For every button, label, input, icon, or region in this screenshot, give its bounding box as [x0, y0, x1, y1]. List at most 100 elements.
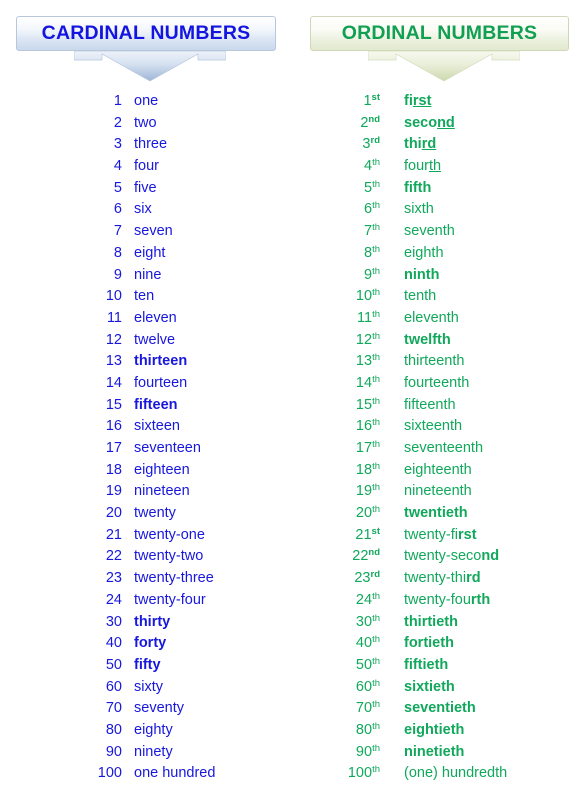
ordinal-row: 20th twentieth — [340, 503, 507, 525]
ordinal-word-stem: twenty-seco — [404, 548, 482, 565]
cardinal-numeral: 80 — [105, 721, 122, 738]
ordinal-numeral: 70th — [340, 698, 380, 720]
cardinal-numeral: 8 — [113, 244, 122, 261]
ordinal-word-stem: nineteenth — [404, 483, 472, 500]
ordinal-word-stem: sixteenth — [404, 418, 463, 435]
ordinal-numeral: 14th — [340, 373, 380, 395]
ordinal-word: (one) hundredth — [404, 763, 507, 785]
ordinal-row: 70th seventieth — [340, 698, 507, 720]
ordinal-word-stem: sixth — [404, 201, 434, 218]
cardinal-numeral: 30 — [105, 613, 122, 630]
ordinal-numeral-digits: 90 — [355, 743, 373, 760]
ordinal-numeral-suffix: th — [372, 482, 380, 494]
cardinal-row: 3 three — [88, 134, 215, 156]
ordinal-word: fortieth — [404, 633, 454, 655]
cardinal-row: 30 thirty — [88, 612, 215, 634]
ordinal-row: 5th fifth — [340, 178, 507, 200]
ordinal-row: 60th sixtieth — [340, 677, 507, 699]
ordinal-numeral: 80th — [340, 720, 380, 742]
ordinal-numeral-digits: 11 — [357, 309, 373, 326]
ordinal-row: 24th twenty-fourth — [340, 590, 507, 612]
ordinal-word-stem: tenth — [404, 288, 437, 305]
ordinal-numeral-digits: 5 — [363, 179, 373, 196]
ordinal-row: 22nd twenty-second — [340, 546, 507, 568]
cardinal-row: 15 fifteen — [88, 395, 215, 417]
cardinal-numeral: 21 — [105, 526, 122, 543]
ordinal-numeral: 15th — [340, 395, 380, 417]
ordinal-word-stem: fifth — [404, 179, 432, 196]
cardinal-word: eighty — [134, 721, 173, 738]
ordinal-numeral-suffix: st — [371, 525, 380, 537]
ordinal-numeral-suffix: nd — [368, 113, 380, 125]
ordinal-numeral: 12th — [340, 330, 380, 352]
ordinal-word: seventh — [404, 221, 455, 243]
cardinal-numeral: 10 — [105, 288, 122, 305]
ordinal-numeral-suffix: th — [372, 655, 380, 667]
cardinal-header-label: CARDINAL NUMBERS — [41, 22, 251, 44]
ordinal-numeral-suffix: th — [372, 612, 380, 624]
cardinal-word: fifteen — [134, 396, 178, 413]
ordinal-word: sixteenth — [404, 416, 462, 438]
ordinal-word: third — [404, 134, 436, 156]
cardinal-word: eight — [134, 244, 166, 261]
cardinal-row: 11 eleven — [88, 308, 215, 330]
ordinal-word-stem: eleventh — [404, 309, 459, 326]
cardinal-numeral: 14 — [105, 374, 122, 391]
cardinal-row: 50 fifty — [88, 655, 215, 677]
ordinal-numeral-suffix: th — [372, 395, 380, 407]
ordinal-word: twenty-first — [404, 525, 477, 547]
ordinal-numeral-suffix: rd — [370, 569, 381, 581]
ordinal-numeral-suffix: rd — [370, 135, 381, 147]
ordinal-numeral: 30th — [340, 612, 380, 634]
ordinal-word-stem: fifteenth — [404, 396, 456, 413]
ordinal-word-stem: seventeenth — [404, 440, 484, 456]
cardinal-numeral: 7 — [113, 223, 122, 240]
ordinal-numeral-digits: 30 — [355, 613, 373, 630]
ordinal-word-stem: seventieth — [404, 700, 476, 717]
ordinal-row: 9th ninth — [340, 265, 507, 287]
cardinal-row: 80 eighty — [88, 720, 215, 742]
ordinal-word-stem: fortieth — [404, 635, 454, 652]
cardinal-numeral: 18 — [105, 461, 122, 478]
ordinal-row: 50th fiftieth — [340, 655, 507, 677]
cardinal-word: sixteen — [134, 418, 180, 435]
cardinal-numeral: 60 — [105, 678, 122, 695]
ordinal-word-ending: nd — [437, 114, 455, 131]
cardinal-row: 4 four — [88, 156, 215, 178]
cardinal-row: 6 six — [88, 199, 215, 221]
ordinal-word-ending: rst — [458, 526, 477, 543]
cardinal-row: 17 seventeen — [88, 438, 215, 460]
cardinal-row: 12 twelve — [88, 330, 215, 352]
ordinal-word-stem: eighteenth — [404, 461, 472, 478]
ordinal-numeral: 18th — [340, 460, 380, 482]
ordinal-numeral: 21st — [340, 525, 380, 547]
ordinal-word: fiftieth — [404, 655, 448, 677]
ordinal-header-label: ORDINAL NUMBERS — [341, 22, 538, 44]
cardinal-numeral: 16 — [105, 418, 122, 435]
ordinal-word: first — [404, 91, 431, 113]
ordinal-numeral-digits: 22 — [352, 548, 369, 565]
ordinal-numeral-digits: 4 — [363, 158, 373, 175]
ordinal-numeral-suffix: th — [372, 287, 380, 299]
ordinal-numeral-digits: 10 — [355, 288, 373, 305]
ordinal-numeral-digits: 12 — [355, 331, 373, 348]
ordinal-word-stem: thi — [404, 136, 422, 153]
ordinal-numeral-suffix: th — [372, 590, 380, 602]
ordinal-numeral: 40th — [340, 633, 380, 655]
ordinal-numeral-digits: 20 — [355, 505, 373, 522]
ordinal-word: twenty-second — [404, 546, 499, 568]
cardinal-row: 100 one hundred — [88, 763, 216, 785]
ordinal-word: eighteenth — [404, 460, 472, 482]
ordinal-numeral-suffix: th — [372, 200, 380, 212]
ordinal-row: 3rd third — [340, 134, 507, 156]
ordinal-row: 14th fourteenth — [340, 373, 507, 395]
ordinal-numeral-digits: 18 — [355, 461, 373, 478]
ordinal-numeral: 50th — [340, 655, 380, 677]
ordinal-word: sixtieth — [404, 677, 455, 699]
ordinal-row: 16th sixteenth — [340, 416, 507, 438]
ordinal-row: 8th eighth — [340, 243, 507, 265]
ordinal-word-ending: rd — [466, 570, 481, 587]
ordinal-numeral-suffix: th — [372, 677, 380, 689]
cardinal-word: fifty — [134, 656, 161, 673]
ordinal-numeral: 11th — [340, 308, 380, 330]
